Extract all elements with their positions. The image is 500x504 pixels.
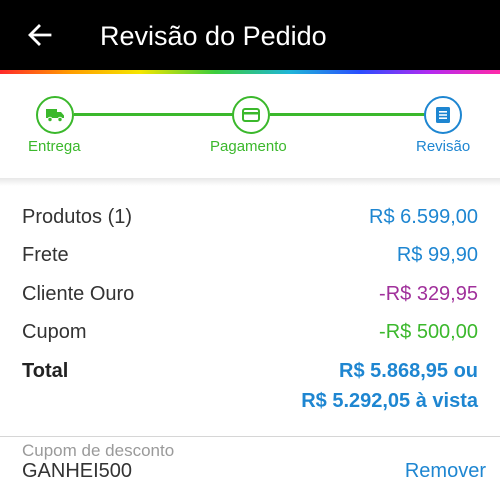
arrow-left-icon [28, 24, 52, 46]
coupon-code: GANHEI500 [22, 460, 133, 482]
summary-row-label: Cliente Ouro [22, 283, 135, 305]
app-bar: Revisão do Pedido [0, 0, 500, 70]
back-button[interactable] [26, 20, 54, 50]
total-label: Total [22, 360, 69, 382]
summary-row-total: Total R$ 5.868,95 ou [22, 356, 478, 386]
summary-row-value: R$ 6.599,00 [369, 206, 478, 228]
summary-row-value: R$ 99,90 [396, 244, 478, 266]
step-review-label: Revisão [416, 138, 471, 155]
summary-row-label: Cupom [22, 321, 87, 343]
coupon-divider [0, 436, 500, 437]
receipt-icon [436, 107, 450, 123]
step-payment-label: Pagamento [210, 138, 287, 155]
summary-row-total-cash: R$ 5.292,05 à vista [22, 386, 478, 416]
truck-icon [46, 109, 64, 123]
remove-coupon-button[interactable]: Remover [405, 458, 486, 484]
checkout-stepper: Entrega Pagamento Revisão [0, 74, 500, 178]
summary-row-value: -R$ 500,00 [379, 321, 478, 343]
summary-row-gold-client: Cliente Ouro -R$ 329,95 [22, 279, 478, 309]
summary-row-label: Produtos (1) [22, 206, 133, 228]
page-title: Revisão do Pedido [100, 21, 327, 51]
summary-row-label: Frete [22, 244, 69, 266]
summary-row-value: -R$ 329,95 [379, 283, 478, 305]
credit-card-icon [242, 108, 260, 122]
step-delivery[interactable] [36, 96, 74, 134]
step-connector-1 [74, 113, 234, 116]
step-review[interactable] [424, 96, 462, 134]
step-delivery-label: Entrega [28, 138, 81, 155]
section-shadow [0, 178, 500, 186]
total-value: R$ 5.868,95 ou [339, 360, 478, 382]
summary-row-coupon: Cupom -R$ 500,00 [22, 317, 478, 347]
summary-row-shipping: Frete R$ 99,90 [22, 240, 478, 270]
step-payment[interactable] [232, 96, 270, 134]
total-cash-value: R$ 5.292,05 à vista [301, 390, 478, 412]
summary-row-products: Produtos (1) R$ 6.599,00 [22, 202, 478, 232]
step-connector-2 [270, 113, 426, 116]
coupon-caption: Cupom de desconto [22, 441, 175, 460]
